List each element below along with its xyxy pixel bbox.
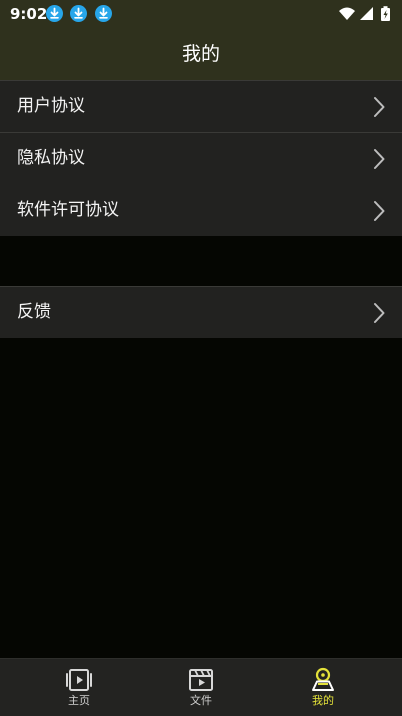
menu-item-software-license[interactable]: 软件许可协议	[0, 184, 402, 236]
nav-item-home[interactable]: 主页	[12, 659, 146, 716]
page-title: 我的	[181, 43, 220, 65]
profile-icon	[312, 667, 334, 691]
app-bar: 我的	[0, 28, 402, 80]
nav-label: 主页	[68, 694, 90, 707]
bottom-nav: 主页 文件 我的	[0, 658, 402, 716]
menu-item-privacy-agreement[interactable]: 隐私协议	[0, 132, 402, 184]
chevron-right-icon	[374, 201, 385, 221]
signal-icon	[360, 7, 373, 20]
video-icon	[66, 669, 92, 691]
film-clapper-icon	[189, 669, 213, 691]
wifi-icon	[339, 7, 355, 20]
nav-item-mine[interactable]: 我的	[256, 659, 390, 716]
divider	[0, 286, 402, 287]
menu-item-label: 用户协议	[17, 96, 85, 116]
chevron-right-icon	[374, 97, 385, 117]
nav-item-files[interactable]: 文件	[134, 659, 268, 716]
download-icon	[95, 5, 112, 22]
nav-label: 我的	[312, 694, 334, 707]
menu-item-label: 反馈	[17, 302, 51, 322]
battery-icon	[381, 6, 390, 21]
chevron-right-icon	[374, 303, 385, 323]
menu-item-label: 隐私协议	[17, 148, 85, 168]
status-bar: 9:02	[0, 0, 402, 28]
menu-item-user-agreement[interactable]: 用户协议	[0, 80, 402, 132]
menu-item-feedback[interactable]: 反馈	[0, 286, 402, 338]
menu-group-feedback: 反馈	[0, 286, 402, 338]
nav-label: 文件	[190, 694, 212, 707]
menu-group-agreements: 用户协议 隐私协议 软件许可协议	[0, 80, 402, 236]
status-time: 9:02	[10, 5, 48, 23]
download-icon	[70, 5, 87, 22]
chevron-right-icon	[374, 149, 385, 169]
status-icons	[338, 5, 394, 23]
download-icon	[46, 5, 63, 22]
menu-item-label: 软件许可协议	[17, 200, 119, 220]
